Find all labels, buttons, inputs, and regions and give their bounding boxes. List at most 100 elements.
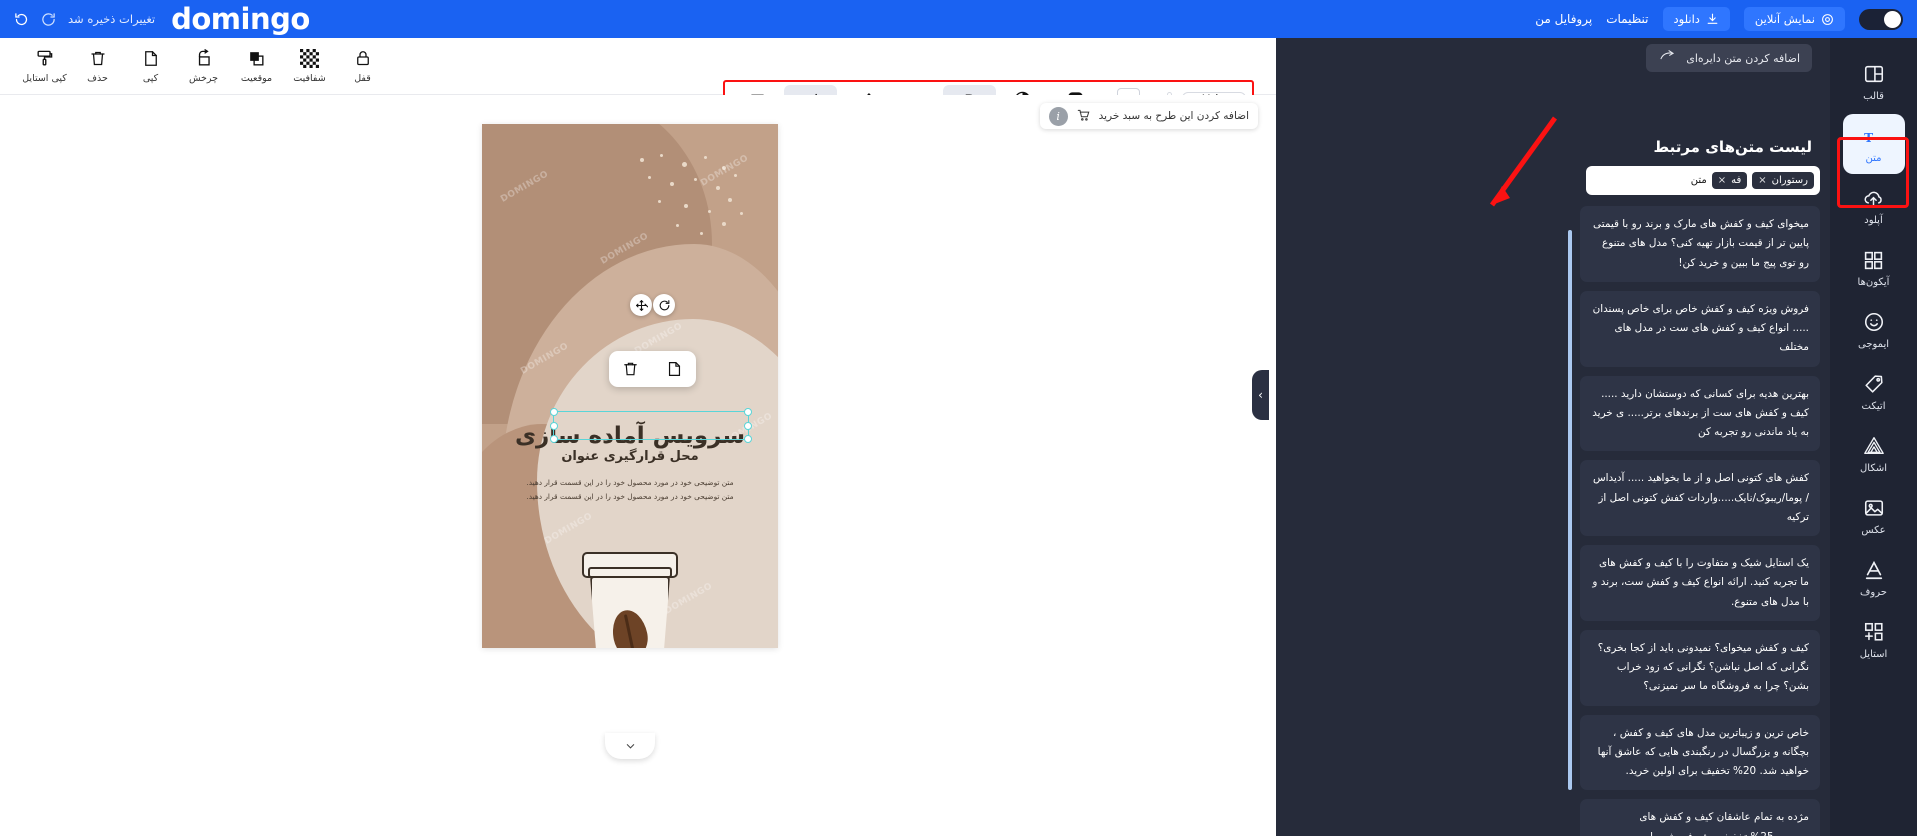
shapes-triangle-icon: [1863, 434, 1885, 458]
resize-handle[interactable]: [744, 408, 752, 416]
tag-remove-icon[interactable]: ×: [1758, 175, 1766, 186]
trash-icon: [89, 47, 107, 70]
rotate-tool[interactable]: چرخش: [177, 44, 230, 86]
sidebar-label: عکس: [1861, 525, 1886, 536]
sidebar-item-upload[interactable]: آپلود: [1843, 176, 1905, 236]
poster-body-text[interactable]: متن توضیحی خود در مورد محصول خود را در ا…: [522, 476, 738, 503]
canvas-area: اضافه کردن این طرح به سبد خرید i DOMINGO…: [0, 95, 1276, 836]
refresh-icon[interactable]: [14, 12, 29, 27]
shopping-cart-icon: [1076, 107, 1091, 126]
sidebar-label: ایموجی: [1857, 339, 1890, 350]
download-button[interactable]: دانلود: [1662, 7, 1730, 31]
object-float-toolbar: [609, 351, 696, 387]
loading-spinner-icon: [41, 12, 56, 27]
tag-input-text[interactable]: متن: [1691, 175, 1707, 186]
sidebar-item-shapes[interactable]: اشکال: [1843, 424, 1905, 484]
sidebar-item-text[interactable]: T T متن: [1842, 114, 1905, 174]
copy-style-label: کپی استایل: [22, 73, 67, 84]
online-preview-button[interactable]: نمایش آنلاین: [1743, 7, 1845, 31]
grid-icons-icon: [1863, 248, 1884, 272]
duplicate-icon: [142, 47, 160, 70]
panel-title: لیست متن‌های مرتبط: [1653, 138, 1812, 156]
move-handle[interactable]: [630, 294, 652, 316]
online-preview-label: نمایش آنلاین: [1754, 12, 1815, 26]
curved-text-icon: [1658, 48, 1676, 68]
position-label: موقعیت: [240, 73, 273, 84]
template-icon: [1863, 62, 1885, 86]
sidebar-item-label[interactable]: اتیکت: [1843, 362, 1905, 422]
add-to-cart-button[interactable]: اضافه کردن این طرح به سبد خرید i: [1039, 103, 1258, 129]
lock-label: قفل: [354, 73, 371, 84]
text-selection-box[interactable]: [550, 408, 752, 443]
tag-remove-icon[interactable]: ×: [1718, 175, 1726, 186]
list-item[interactable]: کفش های کتونی اصل و از ما بخواهید ..... …: [1580, 460, 1820, 536]
profile-link[interactable]: پروفایل من: [1535, 12, 1592, 26]
resize-handle[interactable]: [550, 421, 558, 430]
sidebar-item-style[interactable]: استایل: [1843, 610, 1905, 670]
sidebar-label: متن: [1865, 153, 1882, 164]
panel-collapse-button[interactable]: ›: [1252, 370, 1269, 420]
resize-handle[interactable]: [744, 421, 752, 430]
duplicate-tool[interactable]: کپی: [124, 44, 177, 86]
sidebar-item-letters[interactable]: حروف: [1843, 548, 1905, 608]
transparency-label: شفافیت: [293, 73, 326, 84]
poster-subtitle[interactable]: محل قرارگیری عنوان: [482, 449, 778, 464]
poster-speckles: [630, 152, 750, 252]
save-status-text: تغییرات ذخیره شد: [68, 12, 156, 26]
sidebar-item-emoji[interactable]: ایموجی: [1843, 300, 1905, 360]
position-tool[interactable]: موقعیت: [230, 44, 283, 86]
info-icon[interactable]: i: [1048, 106, 1068, 126]
transparency-tool[interactable]: شفافیت: [283, 44, 336, 86]
copy-style-tool[interactable]: کپی استایل: [18, 44, 71, 86]
transparency-icon: [300, 47, 319, 70]
app-logo[interactable]: domingo: [171, 4, 310, 34]
duplicate-label: کپی: [142, 73, 159, 84]
list-item[interactable]: یک استایل شیک و متفاوت را با کیف و کفش ه…: [1580, 545, 1820, 621]
tag-search-input[interactable]: رستوران × فه × متن: [1586, 166, 1820, 195]
tag-label-icon: [1863, 372, 1885, 396]
download-label: دانلود: [1673, 12, 1700, 26]
panel-scrollbar[interactable]: [1568, 230, 1572, 790]
sidebar-item-icons[interactable]: آیکون‌ها: [1843, 238, 1905, 298]
list-item[interactable]: خاص ترین و زیباترین مدل های کیف و کفش ، …: [1580, 714, 1820, 791]
resize-handle[interactable]: [550, 408, 558, 416]
lock-tool[interactable]: قفل: [336, 44, 389, 86]
sidebar-item-template[interactable]: قالب: [1843, 52, 1905, 112]
sidebar-label: اتیکت: [1861, 401, 1886, 412]
resize-handle[interactable]: [744, 435, 752, 443]
list-item[interactable]: مژده به تمام عاشقان کیف و کفش های ست....…: [1580, 799, 1820, 836]
object-tool-group: کپی استایل حذف کپی چرخش موقعیت شفافیت قف…: [18, 44, 389, 86]
paint-roller-icon: [35, 47, 54, 70]
list-item[interactable]: میخوای کیف و کفش های مارک و برند رو با ق…: [1580, 206, 1820, 282]
delete-label: حذف: [87, 73, 108, 84]
list-item[interactable]: بهترین هدیه برای کسانی که دوستشان دارید …: [1580, 375, 1820, 452]
add-circular-text-label: اضافه کردن متن دایره‌ای: [1686, 51, 1800, 65]
resize-handle[interactable]: [550, 435, 558, 443]
svg-text:T: T: [1864, 131, 1873, 145]
list-item[interactable]: کیف و کفش میخوای؟ نمیدونی باید از کجا بخ…: [1580, 629, 1820, 706]
add-circular-text-button[interactable]: اضافه کردن متن دایره‌ای: [1646, 44, 1812, 72]
sidebar-item-image[interactable]: عکس: [1843, 486, 1905, 546]
tag-chip[interactable]: فه ×: [1711, 172, 1748, 189]
list-item[interactable]: فروش ویژه کیف و کفش خاص برای خاص پسندان …: [1580, 290, 1820, 367]
letter-a-icon: [1863, 558, 1885, 582]
delete-object-button[interactable]: [622, 360, 639, 378]
moon-icon: ☾: [1886, 11, 1896, 25]
lock-icon: [354, 47, 372, 70]
duplicate-object-button[interactable]: [666, 360, 683, 378]
upload-cloud-icon: [1862, 186, 1885, 210]
app-root: domingo تغییرات ذخیره شد ☾ نمایش آنلاین …: [0, 0, 1917, 836]
top-bar: domingo تغییرات ذخیره شد ☾ نمایش آنلاین …: [0, 0, 1917, 38]
dark-mode-toggle[interactable]: ☾: [1859, 8, 1903, 30]
rotate-icon: [194, 47, 213, 70]
delete-tool[interactable]: حذف: [71, 44, 124, 86]
tag-chip[interactable]: رستوران ×: [1752, 172, 1814, 189]
top-bar-actions: ☾ نمایش آنلاین دانلود تنظیمات پروفایل من: [1535, 0, 1903, 38]
scroll-down-button[interactable]: [605, 733, 655, 759]
sidebar-label: آپلود: [1864, 215, 1883, 226]
object-toolbar: کپی استایل حذف کپی چرخش موقعیت شفافیت قف…: [0, 38, 1276, 131]
add-style-icon: [1863, 620, 1885, 644]
settings-link[interactable]: تنظیمات: [1606, 12, 1648, 26]
rotate-handle[interactable]: [653, 294, 675, 316]
rotate-label: چرخش: [188, 73, 219, 84]
